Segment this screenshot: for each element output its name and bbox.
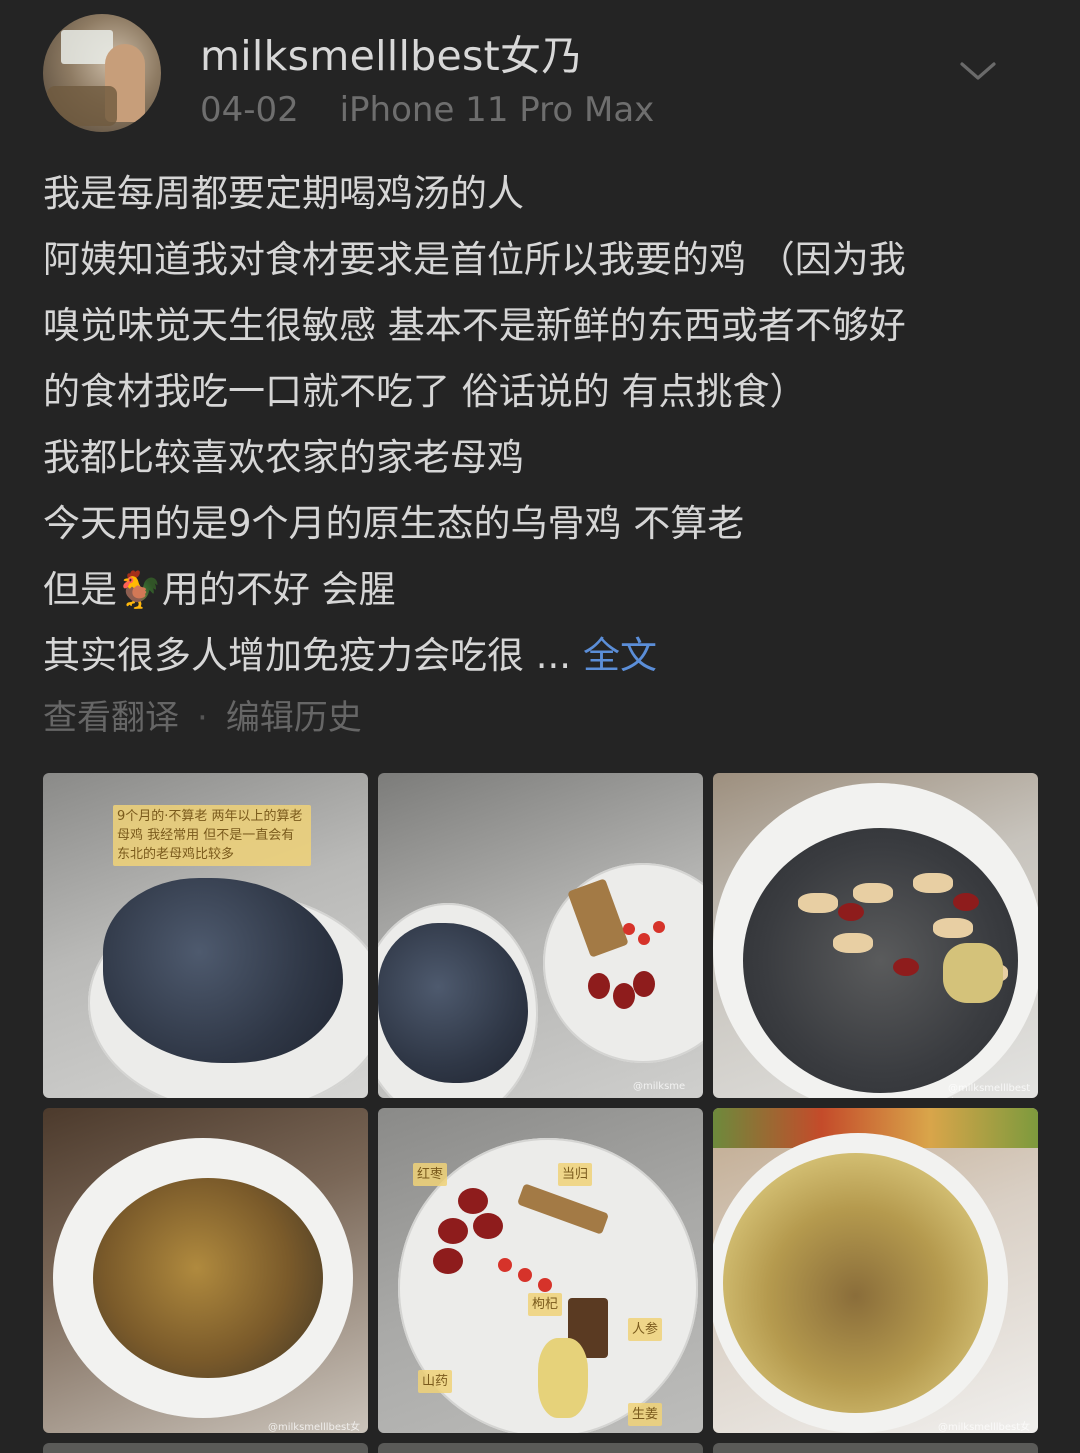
label-red-dates: 红枣 <box>413 1163 448 1186</box>
photo-row-peek[interactable] <box>713 1443 1038 1453</box>
photo-bowl-of-soup[interactable]: @milksmelllbest女乃 <box>713 1108 1038 1433</box>
weibo-post: milksmelllbest女乃 04-02 iPhone 11 Pro Max… <box>0 0 1080 1453</box>
full-text-link[interactable]: 全文 <box>583 634 657 677</box>
label-ginger: 生姜 <box>628 1403 663 1426</box>
truncated-text: 其实很多人增加免疫力会吃很 ... <box>43 634 572 677</box>
translate-link[interactable]: 查看翻译 <box>43 698 179 738</box>
post-actions: 查看翻译 · 编辑历史 <box>43 690 362 739</box>
post-line: 嗅觉味觉天生很敏感 基本不是新鲜的东西或者不够好 <box>43 304 906 347</box>
label-angelica: 当归 <box>558 1163 593 1186</box>
photo-black-chicken-plate[interactable]: 9个月的·不算老 两年以上的算老母鸡 我经常用 但不是一直会有 东北的老母鸡比较… <box>43 773 368 1098</box>
photo-clay-pot-soup[interactable]: @milksmelllbest女乃 <box>43 1108 368 1433</box>
action-separator: · <box>197 698 208 738</box>
username[interactable]: milksmelllbest女乃 <box>200 22 583 82</box>
label-ginseng: 人参 <box>628 1318 663 1341</box>
photo-chicken-and-herbs[interactable]: @milksme <box>378 773 703 1098</box>
photo-caption: 9个月的·不算老 两年以上的算老母鸡 我经常用 但不是一直会有 东北的老母鸡比较… <box>113 805 311 866</box>
avatar[interactable] <box>43 14 161 132</box>
photo-watermark: @milksmelllbest女乃 <box>948 1083 1031 1094</box>
post-line: 我都比较喜欢农家的家老母鸡 <box>43 436 524 479</box>
label-goji: 枸杞 <box>528 1293 563 1316</box>
rooster-emoji: 🐓 <box>117 570 162 611</box>
edit-history-link[interactable]: 编辑历史 <box>226 698 362 738</box>
photo-row-peek[interactable] <box>43 1443 368 1453</box>
photo-labeled-herbs[interactable]: 红枣 当归 枸杞 人参 山药 生姜 <box>378 1108 703 1433</box>
photo-pot-with-ingredients[interactable]: @milksmelllbest女乃 <box>713 773 1038 1098</box>
post-line: 的食材我吃一口就不吃了 俗话说的 有点挑食） <box>43 370 807 413</box>
photo-grid: 9个月的·不算老 两年以上的算老母鸡 我经常用 但不是一直会有 东北的老母鸡比较… <box>43 773 1039 1453</box>
post-meta: 04-02 iPhone 11 Pro Max <box>200 90 654 130</box>
post-line-with-emoji: 但是🐓用的不好 会腥 <box>43 557 1043 623</box>
photo-watermark: @milksme <box>633 1081 686 1092</box>
label-yam: 山药 <box>418 1370 453 1393</box>
post-line: 今天用的是9个月的原生态的乌骨鸡 不算老 <box>43 502 745 545</box>
post-line: 阿姨知道我对食材要求是首位所以我要的鸡 （因为我 <box>43 238 906 281</box>
post-line-prefix: 但是 <box>43 568 117 611</box>
post-line-suffix: 用的不好 会腥 <box>161 568 396 611</box>
chevron-down-icon[interactable] <box>958 56 998 86</box>
post-device: iPhone 11 Pro Max <box>339 90 655 130</box>
post-line-truncated: 其实很多人增加免疫力会吃很 ... 全文 <box>43 623 1043 689</box>
photo-row-peek[interactable] <box>378 1443 703 1453</box>
photo-watermark: @milksmelllbest女乃 <box>268 1422 361 1433</box>
post-date: 04-02 <box>200 90 299 130</box>
post-body: 我是每周都要定期喝鸡汤的人 阿姨知道我对食材要求是首位所以我要的鸡 （因为我 嗅… <box>43 161 1043 689</box>
post-line: 我是每周都要定期喝鸡汤的人 <box>43 172 524 215</box>
photo-watermark: @milksmelllbest女乃 <box>938 1422 1031 1433</box>
